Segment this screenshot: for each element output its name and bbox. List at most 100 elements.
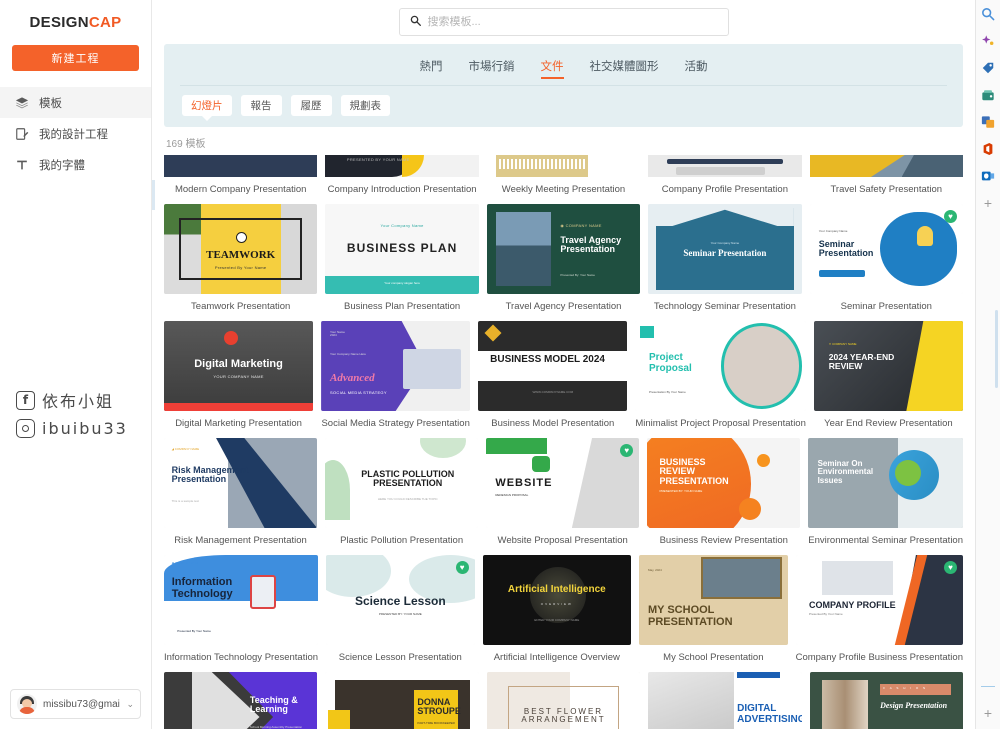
template-art-sub: PRESENTED BY: YOUR NAME: [378, 612, 422, 616]
template-thumbnail[interactable]: COMPANY PROFILE Presented By Your Name ♥: [795, 555, 963, 645]
tag-icon[interactable]: [980, 60, 996, 76]
template-card[interactable]: COMPANY PROFILE Presented By Your Name ♥…: [795, 555, 963, 672]
template-card[interactable]: DIGITAL ADVERTISING A More Effective Way…: [648, 672, 802, 729]
template-thumbnail[interactable]: [164, 155, 318, 177]
template-card[interactable]: ✦ COMPANY NAME 2024 YEAR-END REVIEW Year…: [813, 321, 963, 438]
watermark-facebook-label: 依布小姐: [42, 392, 115, 411]
outlook-icon[interactable]: [980, 168, 996, 184]
favorite-badge[interactable]: ♥: [455, 561, 469, 574]
tab-marketing[interactable]: 市場行銷: [469, 58, 515, 79]
template-card[interactable]: Travel Safety Presentation: [809, 155, 963, 204]
template-thumbnail[interactable]: Your Company Name BUSINESS PLAN Your com…: [325, 204, 479, 294]
sidebar-item-templates[interactable]: 模板: [0, 87, 151, 118]
template-card[interactable]: ◢ COMPANY NAME Risk Management Presentat…: [164, 438, 318, 555]
template-card[interactable]: May, 2024 MY SCHOOL PRESENTATION My Scho…: [639, 555, 788, 672]
template-title: Seminar Presentation: [840, 301, 932, 312]
template-thumbnail[interactable]: Your Name 2024 Your Company Name Here Adv…: [321, 321, 471, 411]
subtab-slides[interactable]: 幻燈片: [182, 95, 232, 121]
sidebar-item-my-fonts[interactable]: 我的字體: [0, 149, 151, 180]
subtab-report[interactable]: 報告: [240, 95, 282, 116]
add-extension-icon[interactable]: +: [980, 195, 996, 211]
template-card[interactable]: ◉ COMPANY NAME Travel Agency Presentatio…: [486, 204, 641, 321]
template-card[interactable]: Artificial Intelligence OVERVIEW ENTER Y…: [482, 555, 632, 672]
template-card[interactable]: Weekly Meeting Presentation: [486, 155, 641, 204]
template-card[interactable]: BUSINESS MODEL 2024 WWW.COMPANYNAME.COM …: [478, 321, 628, 438]
translate-icon[interactable]: [980, 114, 996, 130]
add-icon[interactable]: +: [980, 705, 996, 721]
account-menu[interactable]: missibu73@gmai... ⌄: [10, 689, 141, 719]
template-art-sub: This is a sample text: [171, 499, 199, 503]
template-thumbnail[interactable]: ◉ COMPANY NAME Travel Agency Presentatio…: [486, 204, 641, 294]
template-thumbnail[interactable]: Project Proposal Presentation By Your Na…: [635, 321, 806, 411]
subtab-planner[interactable]: 規劃表: [340, 95, 390, 116]
tab-documents[interactable]: 文件: [540, 58, 564, 79]
wallet-icon[interactable]: [980, 87, 996, 103]
template-card[interactable]: DONNA STROUPE PART-TIME BOOKKEEPER Bookk…: [325, 672, 479, 729]
sidebar-item-my-designs[interactable]: 我的設計工程: [0, 118, 151, 149]
search-input[interactable]: [427, 16, 718, 28]
template-thumbnail[interactable]: Your Company Name Seminar Presentation: [648, 204, 802, 294]
template-thumbnail[interactable]: May, 2024 MY SCHOOL PRESENTATION: [639, 555, 788, 645]
template-thumbnail[interactable]: [809, 155, 963, 177]
new-project-button[interactable]: 新建工程: [12, 45, 139, 71]
brand-logo[interactable]: DESIGNCAP: [0, 0, 151, 31]
template-card[interactable]: Science Lesson PRESENTED BY: YOUR NAME ♥…: [326, 555, 475, 672]
tab-popular[interactable]: 熱門: [420, 58, 443, 79]
favorite-badge[interactable]: ♥: [943, 210, 957, 223]
tab-social-media-graphics[interactable]: 社交媒體圖形: [590, 58, 659, 79]
template-thumbnail[interactable]: DONNA STROUPE PART-TIME BOOKKEEPER: [325, 672, 479, 729]
search-box[interactable]: [398, 8, 729, 36]
template-thumbnail[interactable]: Science Lesson PRESENTED BY: YOUR NAME ♥: [326, 555, 475, 645]
template-thumbnail[interactable]: ◉ COMPANY NAME Information Technology Pr…: [164, 555, 319, 645]
template-card[interactable]: WEBSITE REDESIGN PROPOSAL ♥ Website Prop…: [486, 438, 640, 555]
favorite-badge[interactable]: ♥: [944, 561, 957, 574]
tab-events[interactable]: 活動: [685, 58, 708, 79]
template-thumbnail[interactable]: ✦ COMPANY NAME 2024 YEAR-END REVIEW: [813, 321, 963, 411]
template-card[interactable]: Project Proposal Presentation By Your Na…: [635, 321, 806, 438]
template-thumbnail[interactable]: [648, 155, 802, 177]
template-thumbnail[interactable]: F A S H I O N Design Presentation WWW.CO…: [809, 672, 963, 729]
template-card[interactable]: Modern Company Presentation: [164, 155, 318, 204]
template-card[interactable]: Seminar On Environmental Issues Environm…: [808, 438, 963, 555]
template-thumbnail[interactable]: [486, 155, 641, 177]
chevron-down-icon[interactable]: ⌄: [126, 699, 134, 710]
template-thumbnail[interactable]: DIGITAL ADVERTISING A More Effective Way…: [648, 672, 802, 729]
template-thumbnail[interactable]: PRESENTED BY YOUR NAME: [325, 155, 479, 177]
template-card[interactable]: BEST FLOWER ARRANGEMENT WWW.YOURSITE.COM…: [486, 672, 641, 729]
template-card[interactable]: F A S H I O N Design Presentation WWW.CO…: [809, 672, 963, 729]
template-thumbnail[interactable]: Artificial Intelligence OVERVIEW ENTER Y…: [482, 555, 632, 645]
template-thumbnail[interactable]: BEST FLOWER ARRANGEMENT WWW.YOURSITE.COM: [486, 672, 641, 729]
template-thumbnail[interactable]: PLASTIC POLLUTION PRESENTATION HERE YOU …: [325, 438, 479, 528]
search-icon[interactable]: [980, 6, 996, 22]
template-thumbnail[interactable]: Teaching & Learning School Morning Assem…: [164, 672, 318, 729]
template-title: Company Profile Presentation: [661, 184, 788, 195]
template-card[interactable]: Your Name 2024 Your Company Name Here Adv…: [321, 321, 471, 438]
template-thumbnail[interactable]: ◢ COMPANY NAME Risk Management Presentat…: [164, 438, 318, 528]
template-thumbnail[interactable]: Your Company Name Seminar Presentation ♥: [809, 204, 963, 294]
template-card[interactable]: ◉ COMPANY NAME Information Technology Pr…: [164, 555, 319, 672]
template-grid-scroll[interactable]: Modern Company Presentation PRESENTED BY…: [152, 155, 975, 729]
template-card[interactable]: Digital Marketing YOUR COMPANY NAME Digi…: [164, 321, 314, 438]
template-card[interactable]: Your Company Name BUSINESS PLAN Your com…: [325, 204, 479, 321]
template-card[interactable]: Company Profile Presentation: [648, 155, 802, 204]
template-thumbnail[interactable]: WEBSITE REDESIGN PROPOSAL ♥: [486, 438, 640, 528]
office-icon[interactable]: [980, 141, 996, 157]
template-thumbnail[interactable]: TEAMWORK Presented By Your Name: [164, 204, 318, 294]
template-card[interactable]: PRESENTED BY YOUR NAME Company Introduct…: [325, 155, 479, 204]
template-card[interactable]: Teaching & Learning School Morning Assem…: [164, 672, 318, 729]
template-card[interactable]: Your Company Name Seminar Presentation ♥…: [809, 204, 963, 321]
template-card[interactable]: Your Company Name Seminar Presentation T…: [648, 204, 802, 321]
sparkle-ai-icon[interactable]: [980, 33, 996, 49]
template-art-sub: WWW.COMPANYNAME.COM: [532, 390, 574, 394]
template-thumbnail[interactable]: BUSINESS REVIEW PRESENTATION PRESENTED B…: [647, 438, 801, 528]
template-thumbnail[interactable]: Digital Marketing YOUR COMPANY NAME: [164, 321, 314, 411]
template-thumbnail[interactable]: BUSINESS MODEL 2024 WWW.COMPANYNAME.COM: [478, 321, 628, 411]
watermark-instagram: ibuibu33: [16, 419, 128, 438]
minimize-icon[interactable]: —: [980, 677, 996, 693]
template-card[interactable]: BUSINESS REVIEW PRESENTATION PRESENTED B…: [647, 438, 801, 555]
template-card[interactable]: TEAMWORK Presented By Your Name Teamwork…: [164, 204, 318, 321]
template-card[interactable]: PLASTIC POLLUTION PRESENTATION HERE YOU …: [325, 438, 479, 555]
template-thumbnail[interactable]: Seminar On Environmental Issues: [808, 438, 963, 528]
subtab-resume[interactable]: 履歷: [290, 95, 332, 116]
scrollbar-thumb[interactable]: [995, 310, 998, 388]
